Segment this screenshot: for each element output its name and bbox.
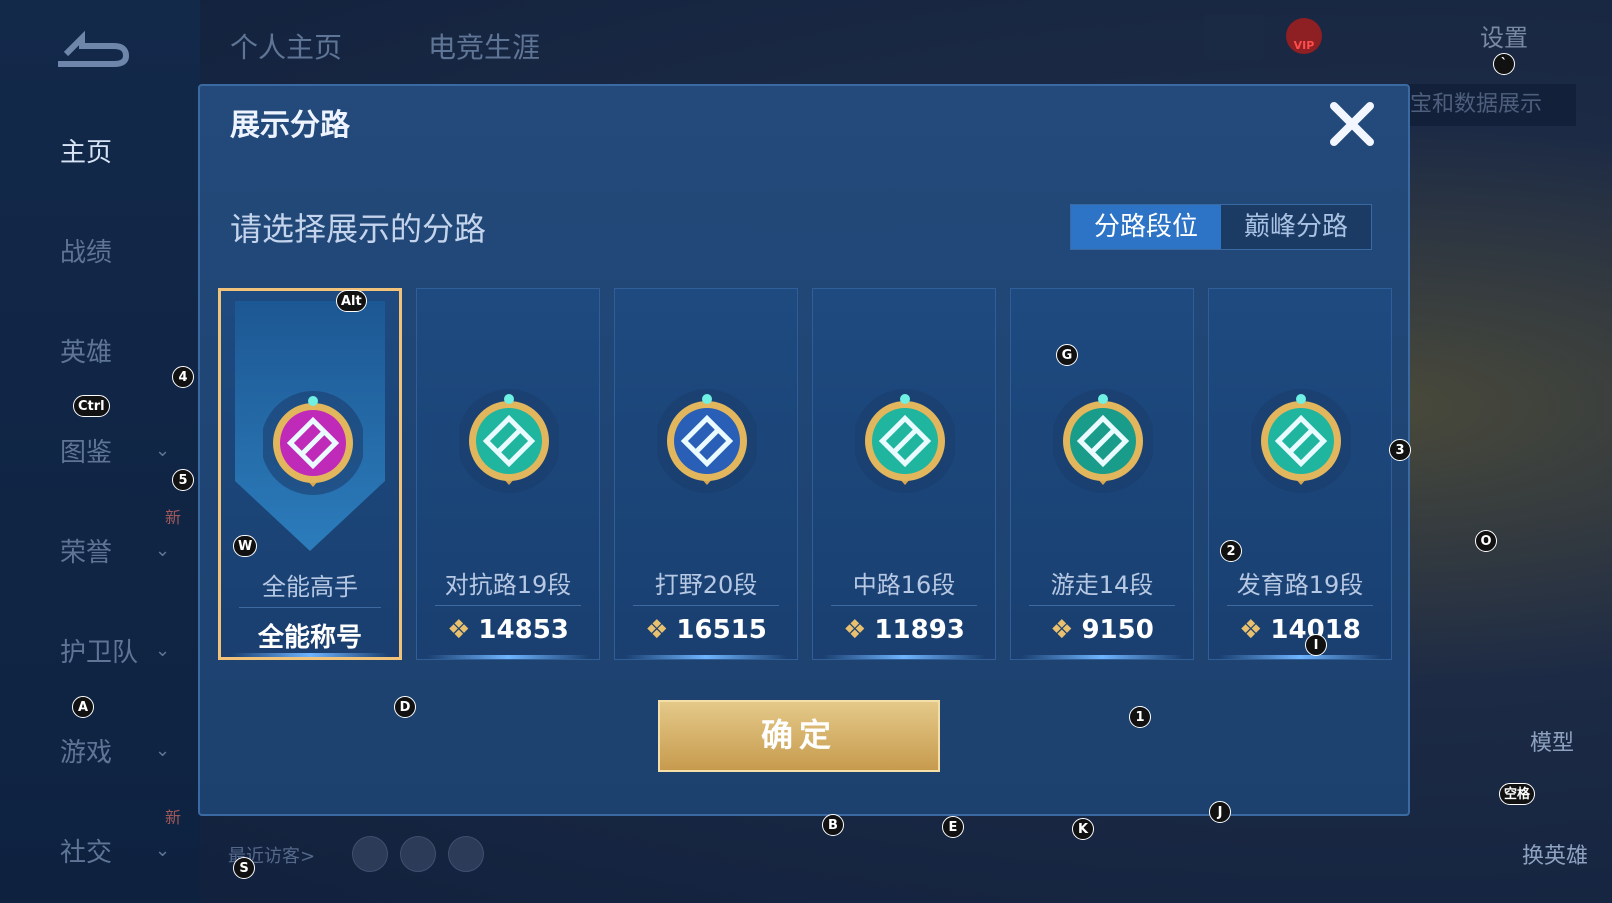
card-divider [239,607,381,608]
sidebar-item[interactable]: 战绩 [0,232,200,269]
lane-card-name: 打野20段 [654,571,758,599]
clash-lane-emblem-icon [459,389,559,493]
tab-personal-home[interactable]: 个人主页 [230,26,342,66]
dialog-title: 展示分路 [230,108,350,143]
lane-card-score-value: 14853 [478,615,569,645]
settings-button[interactable]: 设置 [1480,18,1528,53]
rank-points-icon: ❖ [1050,615,1074,645]
key-hint-badge: D [394,696,416,718]
key-hint-badge: 3 [1389,439,1411,461]
chevron-down-icon: ⌄ [155,840,171,861]
allround-emblem-icon [263,391,363,495]
key-hint-badge: S [233,857,255,879]
key-hint-badge: B [822,814,844,836]
lane-card-score: ❖ 11893 [813,615,995,645]
roam-emblem-icon [1053,389,1153,493]
key-hint-badge: Alt [336,290,367,312]
card-glow [1219,655,1381,659]
key-hint-badge: W [233,535,258,557]
rank-points-icon: ❖ [1239,615,1263,645]
card-glow [625,655,787,659]
tab-peak-lane[interactable]: 巅峰分路 [1221,205,1371,249]
mid-lane-emblem-icon [855,389,955,493]
key-hint-badge: K [1072,818,1094,840]
key-hint-badge: 2 [1220,540,1242,562]
key-hint-badge: 4 [172,366,194,388]
new-badge: 新 [165,508,182,527]
tab-esports-career[interactable]: 电竞生涯 [428,26,540,66]
notification-bell-icon[interactable] [1204,14,1264,60]
lane-card-score-value: 11893 [874,615,965,645]
lane-card-score-value: 9150 [1081,615,1154,645]
lane-card[interactable]: 打野20段 ❖ 16515 [614,288,798,660]
card-divider [1029,605,1175,606]
lane-card-score: ❖ 14018 [1209,615,1391,645]
key-hint-badge: E [942,816,964,838]
lane-card-score-value: 全能称号 [257,623,362,653]
chevron-down-icon: ⌄ [155,740,171,761]
sidebar-item[interactable]: 主页 [0,132,200,169]
farm-lane-emblem-icon [1251,389,1351,493]
key-hint-badge: 5 [172,469,194,491]
display-lane-dialog: 展示分路 请选择展示的分路 分路段位 巅峰分路 全能高手 全能称号 对抗路19段 ❖ 1… [198,84,1410,816]
close-icon[interactable] [1324,96,1380,152]
lane-card-score: ❖ 9150 [1011,615,1193,645]
new-badge: 新 [165,808,182,827]
sidebar-item[interactable]: 英雄 [0,332,200,369]
lane-card-score-value: 16515 [676,615,767,645]
key-hint-badge: A [72,696,94,718]
lane-card-score: 全能称号 [221,617,399,654]
model-button[interactable]: 模型 [1530,725,1574,757]
lane-card-name: 全能高手 [262,573,358,601]
key-hint-badge: ` [1493,53,1515,75]
lane-card-name: 对抗路19段 [444,571,572,599]
lane-card-name: 发育路19段 [1236,571,1364,599]
lane-card-name: 中路16段 [852,571,956,599]
key-hint-badge: I [1305,634,1327,656]
card-divider [633,605,779,606]
chevron-down-icon: ⌄ [155,640,171,661]
visitor-avatar[interactable] [352,836,388,872]
tab-lane-rank[interactable]: 分路段位 [1071,205,1221,249]
back-arrow-icon[interactable] [52,28,132,68]
vip-label: VIP [1293,39,1315,52]
card-glow [427,655,589,659]
key-hint-badge: O [1475,530,1497,552]
confirm-button[interactable]: 确定 [658,700,940,772]
lane-card[interactable]: 发育路19段 ❖ 14018 [1208,288,1392,660]
jungle-emblem-icon [657,389,757,493]
card-glow [823,655,985,659]
visitor-avatar[interactable] [400,836,436,872]
rank-points-icon: ❖ [843,615,867,645]
lane-card-score: ❖ 14853 [417,615,599,645]
vip-badge[interactable]: VIP [1286,18,1322,54]
switch-hero-button[interactable]: 换英雄 [1522,838,1588,870]
card-glow [1021,655,1183,659]
lane-card[interactable]: 游走14段 ❖ 9150 [1010,288,1194,660]
key-hint-badge: 1 [1129,706,1151,728]
chevron-down-icon: ⌄ [155,440,171,461]
card-divider [831,605,977,606]
lane-card-name: 游走14段 [1050,571,1154,599]
rank-points-icon: ❖ [447,615,471,645]
chevron-down-icon: ⌄ [155,540,171,561]
lane-card-score: ❖ 16515 [615,615,797,645]
card-glow [231,653,389,657]
select-lane-prompt: 请选择展示的分路 [230,210,487,248]
lane-card[interactable]: 全能高手 全能称号 [218,288,402,660]
card-divider [1227,605,1373,606]
card-divider [435,605,581,606]
key-hint-badge: G [1056,344,1078,366]
key-hint-badge: Ctrl [73,395,110,417]
lane-card[interactable]: 对抗路19段 ❖ 14853 [416,288,600,660]
rank-points-icon: ❖ [645,615,669,645]
lane-card[interactable]: 中路16段 ❖ 11893 [812,288,996,660]
lane-type-toggle: 分路段位 巅峰分路 [1070,204,1372,250]
key-hint-badge: 空格 [1499,783,1536,805]
visitor-avatar[interactable] [448,836,484,872]
key-hint-badge: J [1209,801,1231,823]
